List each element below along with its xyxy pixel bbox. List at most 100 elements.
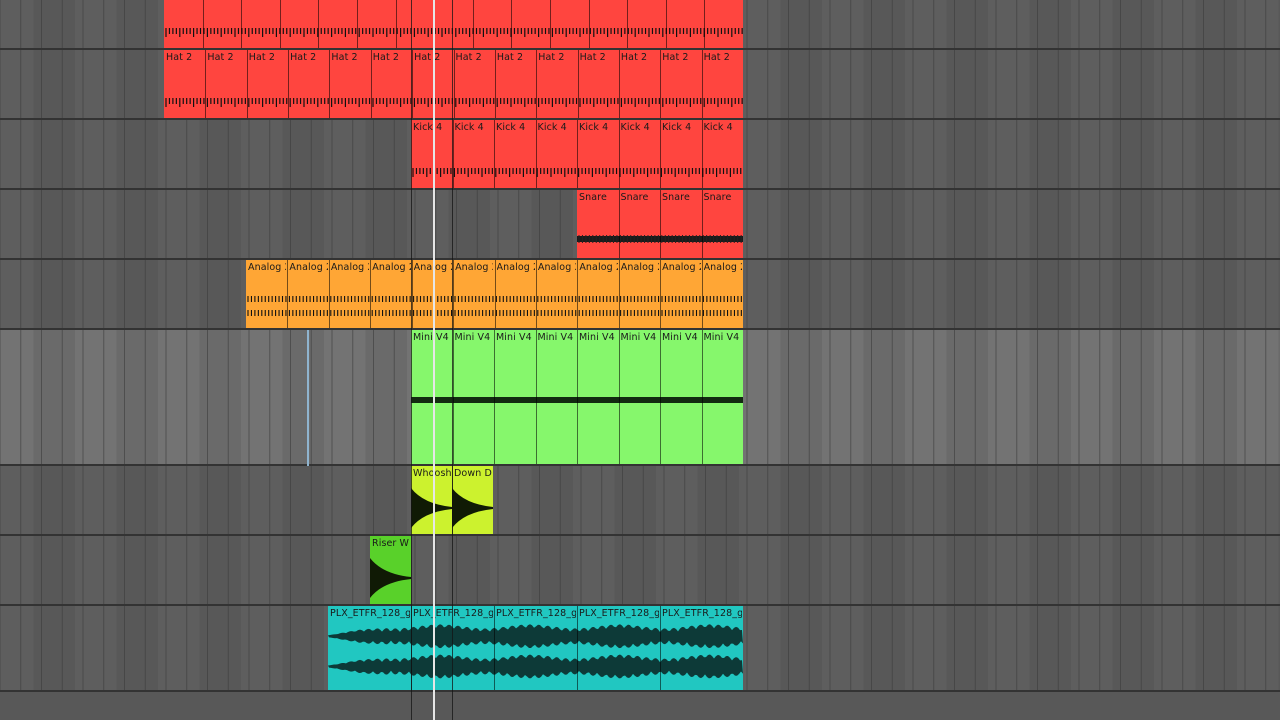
clip-label[interactable]: Snare — [621, 192, 649, 204]
clip-label[interactable]: Mini V4 — [413, 332, 449, 344]
clip-label[interactable]: Hat 2 — [207, 52, 233, 64]
playhead[interactable] — [433, 0, 435, 720]
clip-divider — [494, 260, 496, 328]
track-3[interactable]: Kick 4 Kick 4 Kick 4 Kick 4 Kick 4 Kick 4 Kick… — [0, 120, 1280, 190]
arrangement-view[interactable]: Hat 2 Hat 2 Hat 2 Hat 2 Hat 2 Hat 2 Hat 2 Hat 2… — [0, 0, 1280, 720]
clip-label[interactable]: Kick 4 — [455, 122, 484, 134]
clip-divider — [577, 606, 578, 690]
clip-divider — [618, 330, 620, 464]
clip-divider — [205, 50, 207, 118]
clip-label[interactable]: Mini V4 — [455, 332, 491, 344]
clip-label[interactable]: Kick 4 — [704, 122, 733, 134]
track-8[interactable]: Riser W — [0, 536, 1280, 606]
clip-label[interactable]: Hat 2 — [497, 52, 523, 64]
clip-label[interactable]: Snare — [704, 192, 732, 204]
track-2[interactable]: Hat 2 Hat 2 Hat 2 Hat 2 Hat 2 Hat 2 Hat 2 Hat 2… — [0, 50, 1280, 120]
clip-label[interactable]: Analog 2 — [704, 262, 742, 274]
clip-label[interactable]: Kick 4 — [579, 122, 608, 134]
clip-divider — [472, 0, 474, 48]
clip-divider — [618, 190, 620, 258]
clip-label[interactable]: Mini V4 — [704, 332, 740, 344]
clip-divider — [328, 260, 330, 328]
clip-label[interactable]: Kick 4 — [496, 122, 525, 134]
clip-label[interactable]: PLX_ETFR_128_g — [330, 608, 410, 620]
clip-label[interactable]: Hat 2 — [538, 52, 564, 64]
clip-label[interactable]: Hat 2 — [704, 52, 730, 64]
clip-label[interactable]: Analog 2 — [662, 262, 700, 274]
clip-divider — [202, 0, 204, 48]
clip-divider — [511, 0, 513, 48]
clip-divider — [494, 606, 495, 690]
clip-label[interactable]: Hat 2 — [331, 52, 357, 64]
track-5[interactable]: Analog 2Analog 2Analog 2Analog 2Analog 2… — [0, 260, 1280, 330]
clip-label[interactable]: PLX_ETFR_128_g — [413, 608, 493, 620]
clip-label[interactable]: Hat 2 — [166, 52, 192, 64]
clip-group[interactable]: Riser W — [370, 536, 411, 604]
clip-label[interactable]: Mini V4 — [496, 332, 532, 344]
track-1[interactable] — [0, 0, 1280, 50]
track-9[interactable]: PLX_ETFR_128_g PLX_ETFR_128_g PLX_ETFR_128… — [0, 606, 1280, 692]
clip-label[interactable]: Hat 2 — [621, 52, 647, 64]
clip-label[interactable]: Mini V4 — [621, 332, 657, 344]
clip-label[interactable]: Mini V4 — [662, 332, 698, 344]
clip-label[interactable]: Hat 2 — [290, 52, 316, 64]
clip-divider — [370, 50, 372, 118]
clip-divider — [329, 50, 331, 118]
clip-divider — [535, 330, 537, 464]
clip-divider — [535, 120, 537, 188]
clip-divider — [412, 50, 414, 118]
clip-label[interactable]: Down De — [454, 468, 492, 480]
clip-divider — [318, 0, 320, 48]
clip-label[interactable]: Hat 2 — [456, 52, 482, 64]
clip-label[interactable]: PLX_ETFR_128_g — [496, 608, 576, 620]
clip-label[interactable]: Hat 2 — [662, 52, 688, 64]
clip-label[interactable]: Analog 2 — [621, 262, 659, 274]
clip-label[interactable]: Kick 4 — [621, 122, 650, 134]
clip-label[interactable]: Analog 2 — [331, 262, 369, 274]
clip-label[interactable]: PLX_ETFR_128_g — [579, 608, 659, 620]
clip-group[interactable] — [164, 0, 743, 48]
clip-label[interactable]: Analog 2 — [538, 262, 576, 274]
track-4[interactable]: Snare Snare Snare Snare — [0, 190, 1280, 260]
clip-divider — [618, 120, 620, 188]
clip-label[interactable]: Hat 2 — [373, 52, 399, 64]
clip-divider — [660, 190, 661, 258]
track-6[interactable]: Mini V4 Mini V4 Mini V4 Mini V4 Mini V4 Mini … — [0, 330, 1280, 466]
clip-label[interactable]: Hat 2 — [414, 52, 440, 64]
clip-label[interactable]: Hat 2 — [580, 52, 606, 64]
clip-divider — [660, 606, 661, 690]
clip-label[interactable]: Snare — [662, 192, 690, 204]
clip-label[interactable]: PLX_ETFR_128_g — [662, 608, 742, 620]
clip-label[interactable]: Analog 2 — [497, 262, 535, 274]
clip-label[interactable]: Riser W — [372, 538, 409, 550]
clip-label[interactable]: Mini V4 — [538, 332, 574, 344]
clip-group[interactable]: Analog 2Analog 2Analog 2Analog 2Analog 2… — [246, 260, 743, 328]
clip-content — [165, 28, 743, 37]
clip-divider — [535, 260, 537, 328]
track-7[interactable]: WhooshDown De — [0, 466, 1280, 536]
clip-label[interactable]: Kick 4 — [413, 122, 442, 134]
clip-label[interactable]: Kick 4 — [538, 122, 567, 134]
clip-label[interactable]: Kick 4 — [662, 122, 691, 134]
clip-label[interactable]: Analog 2 — [455, 262, 493, 274]
clip-label[interactable]: Analog 2 — [372, 262, 410, 274]
clip-label[interactable]: Whoosh — [413, 468, 451, 480]
clip-divider — [370, 260, 372, 328]
clip-divider — [660, 120, 661, 188]
clip-label[interactable]: Analog 2 — [579, 262, 617, 274]
clip-label[interactable]: Analog 2 — [289, 262, 327, 274]
clip-divider — [701, 260, 703, 328]
clip-divider — [288, 50, 290, 118]
clip-divider — [494, 330, 495, 464]
clip-group[interactable]: Kick 4 Kick 4 Kick 4 Kick 4 Kick 4 Kick 4 Kick… — [411, 120, 743, 188]
clip-divider — [395, 0, 397, 48]
clip-label[interactable]: Mini V4 — [579, 332, 615, 344]
clip-label[interactable]: Snare — [579, 192, 607, 204]
clip-label[interactable]: Hat 2 — [249, 52, 275, 64]
clip-divider — [550, 0, 551, 48]
clip-group[interactable]: Hat 2 Hat 2 Hat 2 Hat 2 Hat 2 Hat 2 Hat 2 Hat 2… — [164, 50, 743, 118]
clip-label[interactable]: Analog 2 — [248, 262, 286, 274]
clip-group[interactable]: PLX_ETFR_128_g PLX_ETFR_128_g PLX_ETFR_128… — [328, 606, 743, 690]
clip-group[interactable]: Mini V4 Mini V4 Mini V4 Mini V4 Mini V4 Mini … — [411, 330, 743, 464]
clip-group[interactable]: Snare Snare Snare Snare — [577, 190, 743, 258]
